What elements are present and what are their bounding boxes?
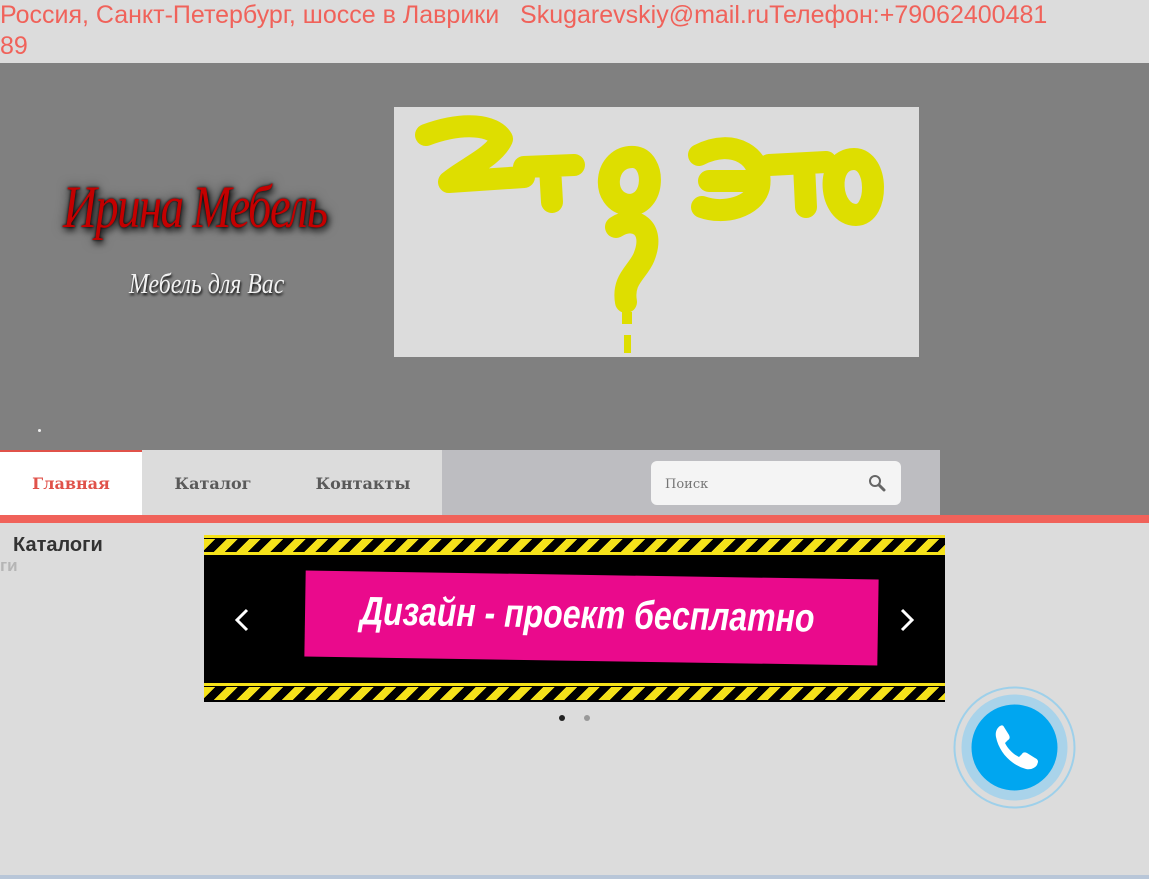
promo-slider: Дизайн - проект бесплатно	[204, 535, 945, 702]
slider-dot-1[interactable]	[559, 715, 565, 721]
slider-edge-top-inner	[204, 552, 945, 555]
slider-dot-2[interactable]	[584, 715, 590, 721]
logo-title: Ирина Мебель	[63, 174, 328, 240]
main-navigation: Главная Каталог Контакты	[0, 450, 1149, 515]
slider-edge-bottom-inner	[204, 683, 945, 686]
promo-banner: Дизайн - проект бесплатно	[304, 570, 879, 666]
accent-divider	[0, 515, 1149, 523]
promo-text: Дизайн - проект бесплатно	[359, 589, 815, 641]
call-button[interactable]	[953, 686, 1076, 809]
phone-tail: 89	[0, 32, 28, 60]
hazard-stripe-bottom	[204, 687, 945, 700]
site-header: Ирина Мебель Мебель для Вас	[0, 63, 1149, 450]
hazard-stripe-top	[204, 539, 945, 552]
search-icon[interactable]	[868, 474, 886, 492]
phone-text[interactable]: Телефон:+79062400481	[769, 1, 1047, 29]
site-logo[interactable]: Ирина Мебель Мебель для Вас	[55, 163, 375, 313]
slider-edge-top	[204, 535, 945, 538]
contact-bar: Россия, Санкт-Петербург, шоссе в Лаврики…	[0, 0, 1149, 63]
logo-subtitle: Мебель для Вас	[129, 269, 285, 300]
catalog-heading: Каталоги	[13, 534, 103, 556]
phone-icon	[953, 686, 1076, 809]
search-box	[651, 461, 901, 505]
nav-item-contacts[interactable]: Контакты	[284, 450, 442, 515]
contact-line: Россия, Санкт-Петербург, шоссе в Лаврики…	[0, 0, 1047, 30]
chevron-right-icon[interactable]	[895, 605, 919, 635]
search-input[interactable]	[663, 471, 867, 497]
nav-item-catalog[interactable]: Каталог	[142, 450, 284, 515]
email-link[interactable]: Skugarevskiy@mail.ru	[520, 1, 769, 29]
handwritten-scribble-image	[415, 115, 884, 353]
address-text: Россия, Санкт-Петербург, шоссе в Лаврики	[0, 1, 500, 29]
decorative-dot	[38, 429, 41, 432]
chevron-left-icon[interactable]	[230, 605, 254, 635]
header-banner-image	[394, 107, 919, 357]
nav-item-home[interactable]: Главная	[0, 450, 142, 515]
window-bottom-edge	[0, 875, 1149, 879]
catalog-ghost-text: ги	[0, 556, 18, 575]
